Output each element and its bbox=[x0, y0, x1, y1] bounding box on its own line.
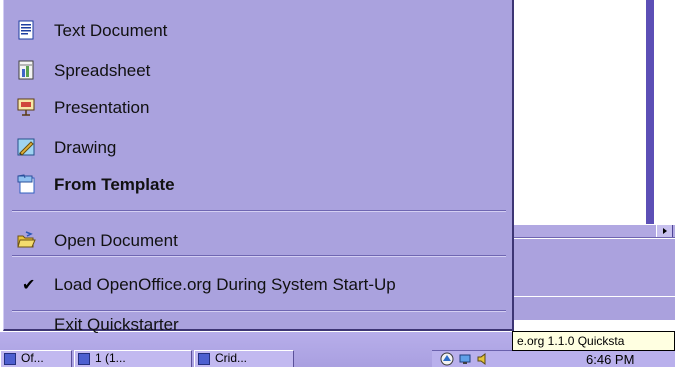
menu-item-label: Text Document bbox=[54, 21, 168, 40]
menu-item-drawing[interactable]: Drawing bbox=[8, 131, 508, 165]
scroll-right-arrow-icon[interactable] bbox=[656, 225, 673, 237]
open-folder-icon bbox=[17, 231, 36, 248]
horizontal-scrollbar[interactable] bbox=[512, 224, 675, 238]
drawing-icon bbox=[17, 138, 35, 156]
taskbar-button-label: 1 (1... bbox=[95, 351, 126, 365]
menu-item-load-on-startup[interactable]: ✔ Load OpenOffice.org During System Star… bbox=[8, 268, 508, 302]
quickstarter-context-menu: Text Document Spreadsheet Presentation D… bbox=[3, 0, 514, 334]
taskbar-button-3[interactable]: Crid... bbox=[194, 350, 294, 367]
quickstarter-tray-icon[interactable] bbox=[440, 352, 454, 366]
clock[interactable]: 6:46 PM bbox=[586, 352, 634, 367]
template-icon bbox=[17, 174, 35, 194]
background-window-border bbox=[646, 0, 654, 224]
menu-item-label: Exit Quickstarter bbox=[54, 315, 179, 334]
menu-separator bbox=[12, 310, 506, 312]
checkmark-icon: ✔ bbox=[22, 277, 36, 294]
background-panel-lower bbox=[512, 296, 675, 320]
menu-item-exit-quickstarter[interactable]: Exit Quickstarter bbox=[8, 315, 508, 334]
menu-item-label: From Template bbox=[54, 175, 175, 194]
background-window-edge bbox=[654, 0, 675, 224]
menu-item-label: Drawing bbox=[54, 138, 117, 157]
quickstarter-tooltip: e.org 1.1.0 Quicksta bbox=[512, 331, 675, 351]
menu-item-label: Spreadsheet bbox=[54, 61, 151, 80]
menu-separator bbox=[12, 210, 506, 212]
menu-item-presentation[interactable]: Presentation bbox=[8, 91, 508, 125]
menu-item-spreadsheet[interactable]: Spreadsheet bbox=[8, 54, 508, 88]
tray-icons bbox=[440, 352, 512, 366]
menu-item-open-document[interactable]: Open Document bbox=[8, 224, 508, 258]
text-document-icon bbox=[18, 20, 34, 40]
menu-item-label: Presentation bbox=[54, 98, 150, 117]
taskbar-button-label: Crid... bbox=[215, 351, 248, 365]
background-panel bbox=[512, 238, 675, 296]
taskbar-button-1[interactable]: Of... bbox=[0, 350, 72, 367]
spreadsheet-icon bbox=[18, 60, 34, 80]
menu-item-from-template[interactable]: From Template bbox=[8, 168, 508, 202]
speaker-tray-icon[interactable] bbox=[476, 352, 490, 366]
menu-item-text-document[interactable]: Text Document bbox=[8, 14, 508, 48]
menu-item-label: Load OpenOffice.org During System Start-… bbox=[54, 275, 396, 294]
taskbar-button-label: Of... bbox=[21, 351, 44, 365]
window-icon bbox=[78, 353, 90, 365]
network-tray-icon[interactable] bbox=[458, 352, 472, 366]
presentation-icon bbox=[17, 98, 35, 116]
taskbar-button-2[interactable]: 1 (1... bbox=[74, 350, 192, 367]
window-icon bbox=[4, 353, 16, 365]
window-icon bbox=[198, 353, 210, 365]
menu-separator bbox=[12, 255, 506, 257]
menu-item-label: Open Document bbox=[54, 231, 178, 250]
